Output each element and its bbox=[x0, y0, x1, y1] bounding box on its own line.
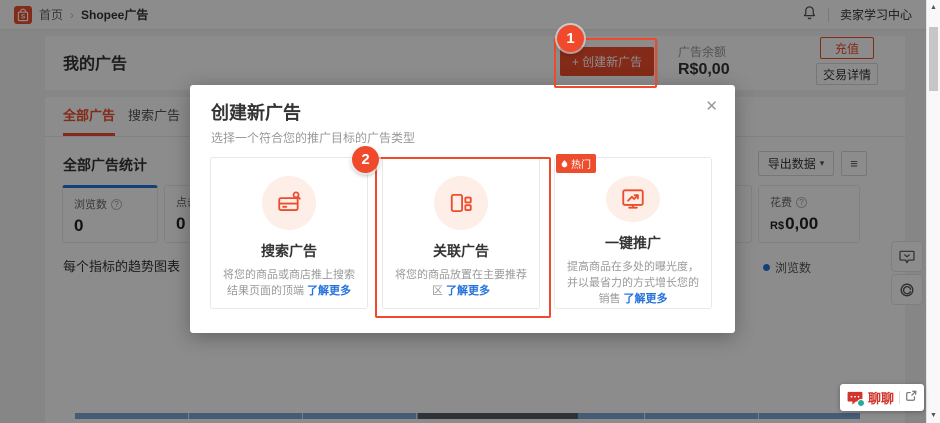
tutorial-highlight-step2 bbox=[375, 157, 551, 318]
chat-bubble-icon bbox=[847, 391, 865, 407]
scroll-up-arrow-icon[interactable]: ▲ bbox=[927, 4, 940, 11]
ad-type-title: 一键推广 bbox=[605, 235, 661, 252]
ad-type-desc: 提高商品在多处的曝光度，并以最省力的方式增长您的销售 了解更多 bbox=[555, 260, 711, 308]
tutorial-step-badge-1: 1 bbox=[557, 25, 584, 52]
modal-subtitle: 选择一个符合您的推广目标的广告类型 bbox=[211, 131, 416, 145]
hot-badge: 热门 bbox=[556, 154, 596, 173]
chat-label: 聊聊 bbox=[867, 391, 894, 406]
vertical-scrollbar[interactable]: ▲ ▼ bbox=[926, 0, 940, 423]
chat-widget-button[interactable]: 聊聊 bbox=[839, 384, 924, 411]
vertical-scrollbar-thumb[interactable] bbox=[929, 27, 938, 91]
learn-more-link[interactable]: 了解更多 bbox=[307, 285, 351, 297]
close-icon[interactable]: ✕ bbox=[705, 97, 718, 115]
ad-type-title: 搜索广告 bbox=[261, 243, 317, 259]
modal-title: 创建新广告 bbox=[211, 103, 301, 123]
search-ad-icon bbox=[262, 176, 316, 230]
boost-ad-icon bbox=[606, 176, 660, 223]
ad-type-card-search[interactable]: 搜索广告 将您的商品或商店推上搜索结果页面的顶端 了解更多 bbox=[210, 157, 368, 309]
learn-more-link[interactable]: 了解更多 bbox=[624, 293, 668, 305]
popout-icon[interactable] bbox=[905, 389, 917, 407]
scroll-down-arrow-icon[interactable]: ▼ bbox=[927, 412, 940, 419]
chat-divider bbox=[899, 391, 900, 404]
ad-type-desc: 将您的商品或商店推上搜索结果页面的顶端 了解更多 bbox=[211, 268, 367, 300]
tutorial-step-badge-2: 2 bbox=[352, 146, 379, 173]
hot-badge-label: 热门 bbox=[571, 160, 591, 171]
ad-type-card-boost[interactable]: 一键推广 提高商品在多处的曝光度，并以最省力的方式增长您的销售 了解更多 bbox=[554, 157, 712, 309]
online-status-dot bbox=[856, 398, 865, 407]
shopee-ads-page: S 首页 › Shopee广告 卖家学习中心 我的广告 + 创建新广告 广告余额… bbox=[0, 0, 940, 423]
flame-icon bbox=[561, 159, 568, 168]
